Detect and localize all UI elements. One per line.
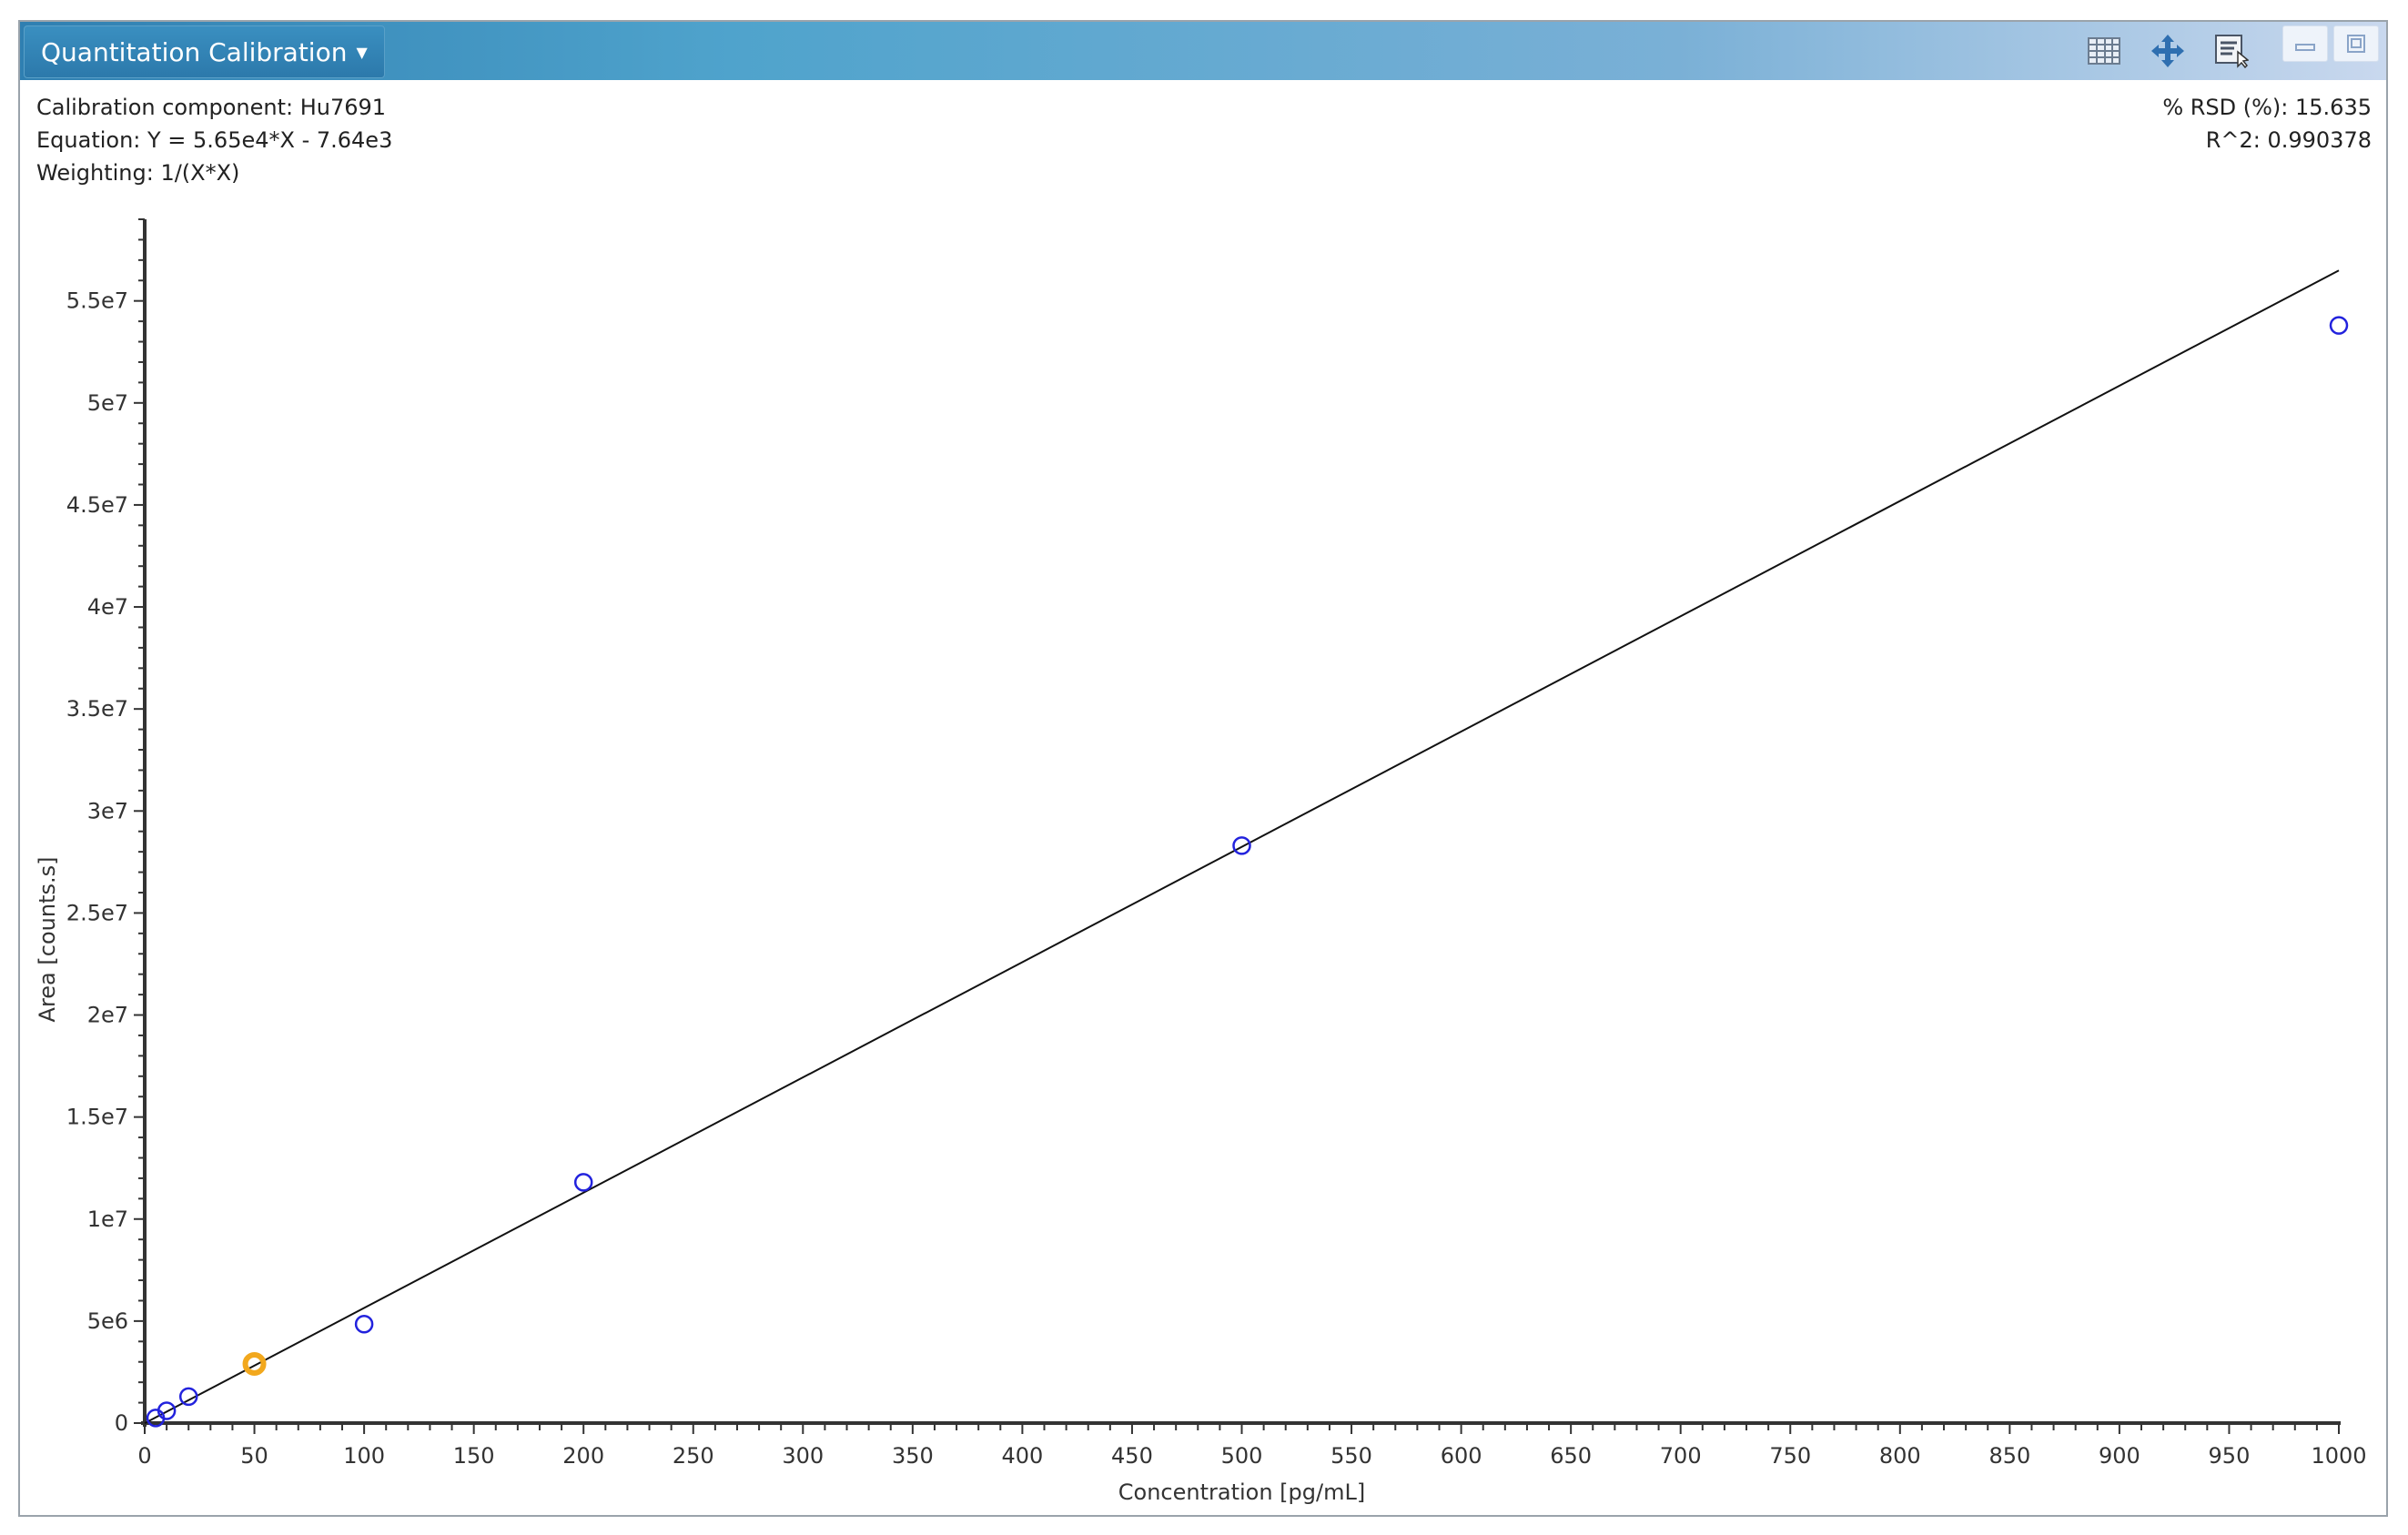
x-tick-label: 850 [1988, 1443, 2030, 1469]
data-point[interactable] [2329, 316, 2349, 335]
x-tick-label: 600 [1441, 1443, 1482, 1469]
x-tick-label: 250 [673, 1443, 714, 1469]
y-tick-label: 1e7 [87, 1207, 128, 1232]
x-tick-label: 650 [1550, 1443, 1592, 1469]
x-tick-label: 300 [782, 1443, 824, 1469]
y-tick-label: 2.5e7 [66, 900, 128, 925]
x-tick-label: 0 [137, 1443, 151, 1469]
x-axis-label: Concentration [pg/mL] [1118, 1479, 1365, 1505]
y-tick-label: 5e6 [87, 1308, 128, 1334]
x-tick-label: 950 [2209, 1443, 2251, 1469]
data-point[interactable] [1232, 836, 1251, 855]
y-tick-label: 3e7 [87, 798, 128, 823]
data-point[interactable] [354, 1314, 374, 1334]
y-tick-label: 1.5e7 [66, 1105, 128, 1130]
y-tick-label: 5e7 [87, 390, 128, 416]
y-axis-label: Area [counts.s] [35, 857, 60, 1023]
x-tick-label: 1000 [2311, 1443, 2366, 1469]
y-tick-label: 4.5e7 [66, 492, 128, 518]
y-tick-label: 2e7 [87, 1003, 128, 1028]
y-tick-label: 0 [115, 1410, 128, 1436]
x-tick-label: 400 [1001, 1443, 1043, 1469]
calibration-fit-line [144, 269, 2340, 1425]
highlighted-data-point[interactable] [242, 1351, 267, 1376]
y-tick-label: 3.5e7 [66, 696, 128, 722]
x-tick-label: 900 [2099, 1443, 2140, 1469]
x-tick-label: 50 [240, 1443, 268, 1469]
y-tick-label: 5.5e7 [66, 288, 128, 314]
x-tick-label: 750 [1769, 1443, 1811, 1469]
x-tick-label: 350 [892, 1443, 934, 1469]
data-point[interactable] [573, 1173, 593, 1192]
calibration-chart: 0 50 100 150 200 250 300 350 400 450 500 550 600 650 7… [35, 218, 2367, 1505]
x-tick-label: 150 [453, 1443, 495, 1469]
x-tick-label: 450 [1111, 1443, 1153, 1469]
x-tick-label: 200 [562, 1443, 604, 1469]
y-tick-label: 4e7 [87, 594, 128, 620]
x-tick-label: 800 [1879, 1443, 1921, 1469]
x-tick-label: 700 [1660, 1443, 1702, 1469]
x-tick-label: 100 [343, 1443, 385, 1469]
x-tick-label: 500 [1221, 1443, 1263, 1469]
x-tick-label: 550 [1330, 1443, 1372, 1469]
